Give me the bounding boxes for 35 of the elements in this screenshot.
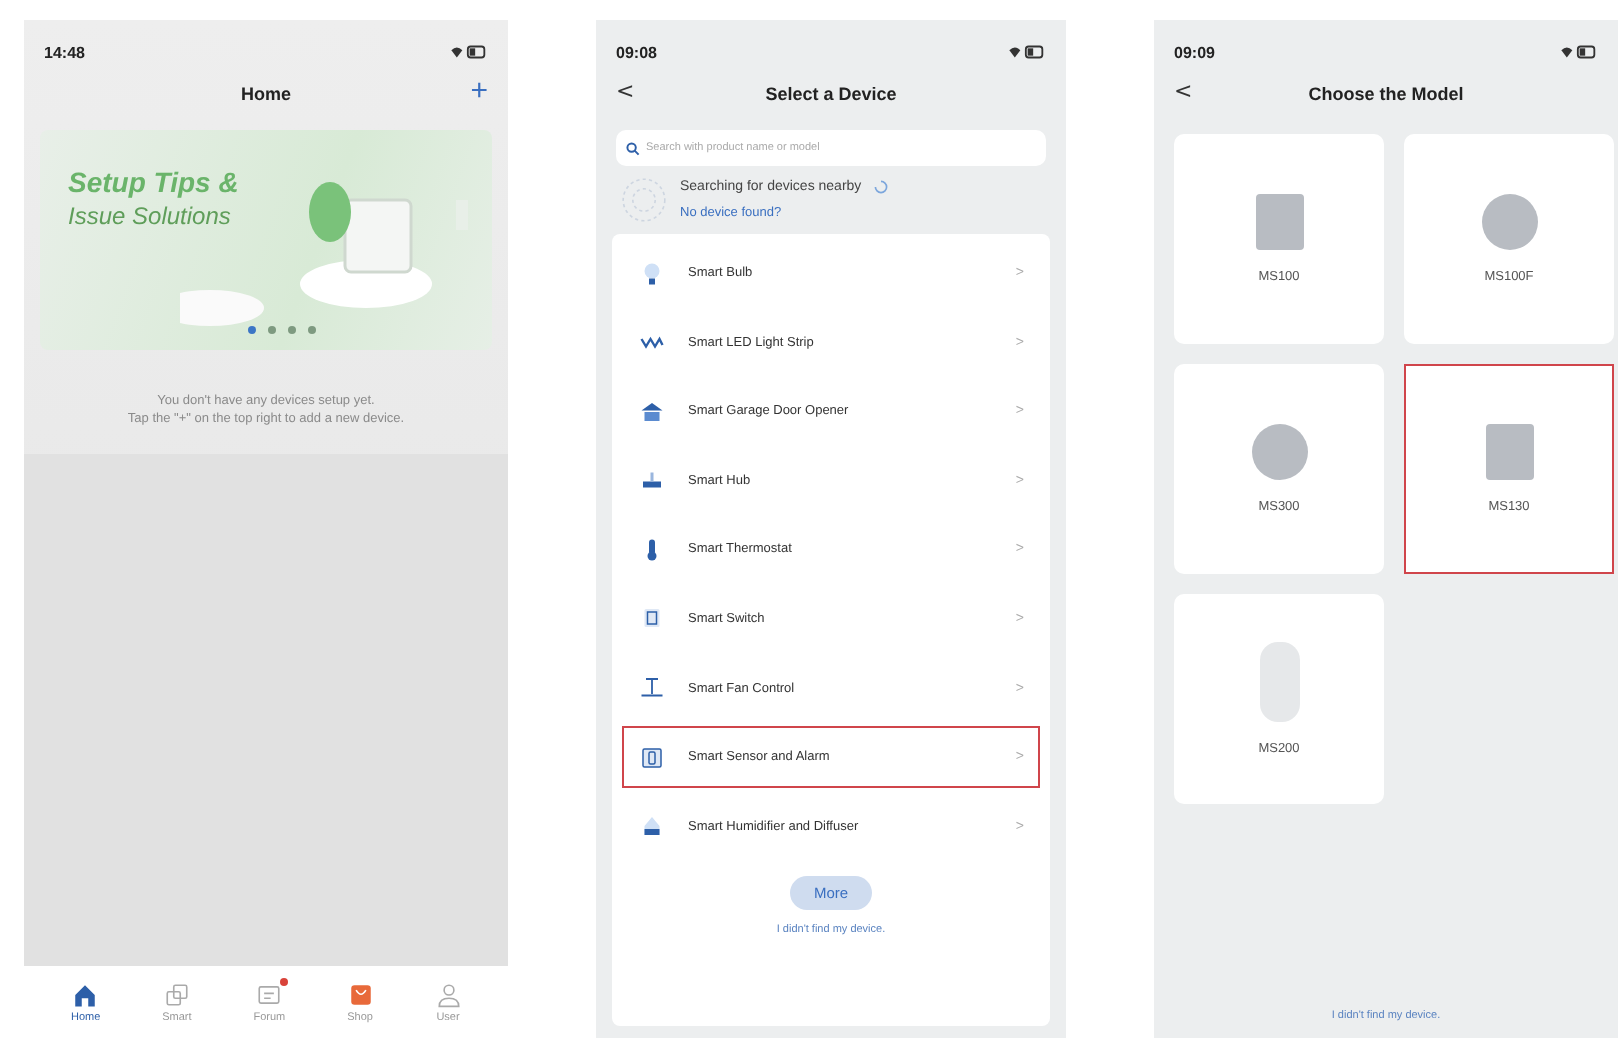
screen-title: Choose the Model [1308,84,1464,104]
add-button[interactable]: + [466,74,492,110]
message-icon [256,981,283,1007]
product-photo-placeholder [1251,424,1307,480]
garage-icon [640,399,664,424]
sensor-icon [640,745,664,770]
status-time: 14:48 [44,43,85,61]
humidifier-icon [640,814,664,839]
product-photo-placeholder [1255,194,1303,250]
product-photo-placeholder [1481,194,1537,250]
switch-icon [640,606,664,631]
product-photo-placeholder [1485,424,1533,480]
bulb-icon [640,261,664,285]
product-photo-placeholder [1259,642,1299,722]
carousel-dot[interactable] [268,326,276,334]
back-button[interactable]: < [612,78,639,106]
status-time: 09:08 [616,43,657,61]
banner-subtitle: Issue Solutions [68,202,231,230]
status-time: 09:09 [1174,43,1215,61]
hub-icon [640,468,664,493]
squares-icon [163,981,190,1007]
shopping-bag-icon [347,981,374,1007]
back-button[interactable]: < [1170,78,1197,106]
carousel-dot[interactable] [288,326,296,334]
home-icon [72,981,99,1007]
fan-icon [640,676,664,701]
loading-icon [873,180,888,194]
screen-title: Select a Device [765,84,897,104]
search-icon [626,141,640,155]
user-icon [435,981,462,1007]
carousel-dot[interactable] [248,326,256,334]
radar-icon [620,176,668,224]
carousel-dot[interactable] [308,326,316,334]
banner-title: Setup Tips & [68,166,239,198]
screen-title: Home [240,84,291,104]
